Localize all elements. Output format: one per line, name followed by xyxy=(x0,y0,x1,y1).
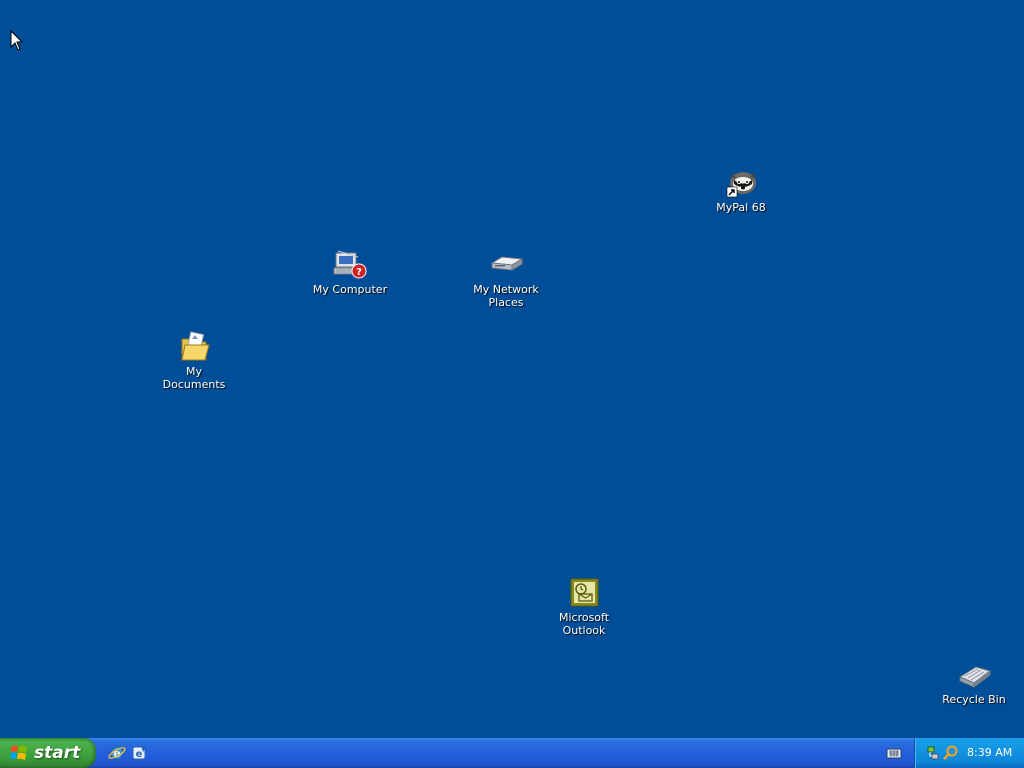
internet-explorer-icon[interactable]: e xyxy=(108,744,126,762)
outlook-icon xyxy=(566,577,602,609)
network-places-icon xyxy=(488,249,524,281)
system-tray: 8:39 AM xyxy=(914,738,1024,768)
start-button[interactable]: start xyxy=(0,738,96,768)
windows-logo-icon xyxy=(10,745,27,760)
search-icon[interactable] xyxy=(943,745,959,761)
recycle-bin-icon xyxy=(956,659,992,691)
mypal-icon xyxy=(723,167,759,199)
my-computer-icon: ? xyxy=(332,249,368,281)
desktop-icon-my-computer[interactable]: ? My Computer xyxy=(310,249,390,296)
mouse-cursor-icon xyxy=(10,30,24,51)
outlook-express-icon[interactable]: e xyxy=(130,744,148,762)
keyboard-icon[interactable] xyxy=(886,746,902,760)
desktop-icon-my-documents[interactable]: My Documents xyxy=(154,331,234,391)
taskbar: start e e 8:39 AM xyxy=(0,738,1024,768)
desktop-icon-my-network-places[interactable]: My Network Places xyxy=(466,249,546,309)
network-icon[interactable] xyxy=(925,745,941,761)
icon-label: My Documents xyxy=(162,365,226,391)
desktop: ? My Computer My Network Places MyPal 68… xyxy=(0,0,1024,738)
icon-label: My Computer xyxy=(312,283,388,296)
icon-label: Microsoft Outlook xyxy=(558,611,610,637)
desktop-icon-microsoft-outlook[interactable]: Microsoft Outlook xyxy=(544,577,624,637)
icon-label: MyPal 68 xyxy=(716,201,766,214)
desktop-icon-recycle-bin[interactable]: Recycle Bin xyxy=(934,659,1014,706)
icon-label: Recycle Bin xyxy=(942,693,1006,706)
start-label: start xyxy=(34,743,81,763)
svg-text:e: e xyxy=(136,749,143,760)
clock[interactable]: 8:39 AM xyxy=(967,738,1012,768)
icon-label: My Network Places xyxy=(473,283,539,309)
my-documents-icon xyxy=(176,331,212,363)
svg-text:?: ? xyxy=(356,267,362,278)
desktop-icon-mypal-68[interactable]: MyPal 68 xyxy=(701,167,781,214)
